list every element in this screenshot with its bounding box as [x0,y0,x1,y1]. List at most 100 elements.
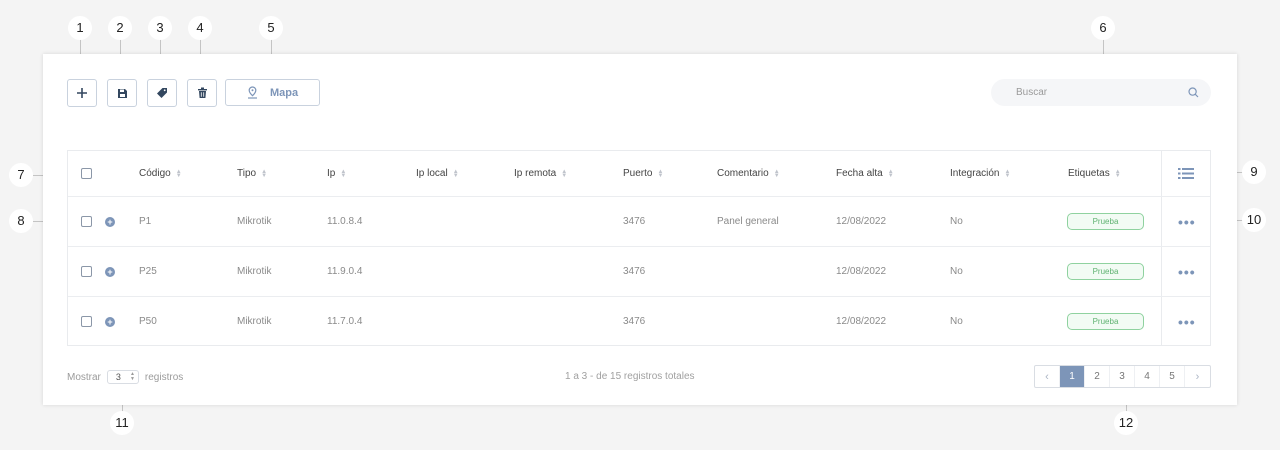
list-icon [1178,168,1194,179]
chevron-right-icon: › [1195,370,1200,383]
sort-icon: ▲ ▼ [1004,168,1011,179]
tag-button[interactable] [147,79,177,107]
cell-comentario: Panel general [717,216,779,227]
column-header-ip-remota[interactable]: Ip remota ▲ ▼ [514,151,568,196]
more-horizontal-icon[interactable]: ••• [1178,314,1196,330]
trash-icon [197,87,207,98]
cell-tipo: Mikrotik [237,266,272,277]
sort-icon: ▲ ▼ [887,168,894,179]
cell-ip: 11.0.8.4 [327,216,363,227]
cell-integracion: No [950,266,963,277]
sort-icon: ▲ ▼ [657,168,664,179]
table-row[interactable]: + P25 Mikrotik 11.9.0.4 3476 12/08/2022 … [68,247,1210,297]
search-input[interactable] [1016,87,1188,98]
map-button-label: Mapa [269,86,299,99]
show-label: Mostrar [67,371,101,383]
column-header-puerto[interactable]: Puerto ▲ ▼ [623,151,664,196]
cell-ip: 11.7.0.4 [327,316,363,327]
plus-circle-icon[interactable]: + [105,266,115,277]
tag-badge: Prueba [1067,313,1144,330]
cell-puerto: 3476 [623,216,646,227]
cell-fecha-alta: 12/08/2022 [836,216,887,227]
records-summary: 1 a 3 - de 15 registros totales [565,371,695,382]
callout-8: 8 [9,209,33,233]
cell-fecha-alta: 12/08/2022 [836,266,887,277]
chevron-left-icon: ‹ [1045,370,1049,383]
column-header-tipo[interactable]: Tipo ▲ ▼ [237,151,268,196]
page-button-4[interactable]: 4 [1135,366,1160,387]
floppy-disk-icon [117,88,127,98]
plus-circle-icon[interactable]: + [105,316,115,327]
row-checkbox[interactable] [81,266,92,277]
page-button-5[interactable]: 5 [1160,366,1185,387]
sort-icon: ▲ ▼ [340,168,347,179]
more-horizontal-icon[interactable]: ••• [1178,264,1196,280]
row-checkbox[interactable] [81,216,92,227]
sort-icon: ▲ ▼ [773,168,780,179]
page-size-stepper[interactable]: 3 ▲ ▼ [106,370,139,384]
table-row[interactable]: + P1 Mikrotik 11.0.8.4 3476 Panel genera… [68,197,1210,247]
stepper-arrows-icon[interactable]: ▲ ▼ [130,372,135,382]
column-header-etiquetas[interactable]: Etiquetas ▲ ▼ [1068,151,1122,196]
plus-icon [77,88,87,98]
devices-table: Código ▲ ▼ Tipo ▲ ▼ Ip ▲ ▼ Ip local ▲ ▼ Ip remot… [67,150,1211,346]
cell-integracion: No [950,216,963,227]
page-button-1[interactable]: 1 [1060,366,1085,387]
column-settings-button[interactable] [1178,151,1194,196]
page-button-2[interactable]: 2 [1085,366,1110,387]
plus-circle-icon[interactable]: + [105,216,115,227]
column-header-integracion[interactable]: Integración ▲ ▼ [950,151,1011,196]
callout-5: 5 [259,16,283,40]
table-row[interactable]: + P50 Mikrotik 11.7.0.4 3476 12/08/2022 … [68,297,1210,346]
sort-icon: ▲ ▼ [561,168,568,179]
sort-icon: ▲ ▼ [1114,168,1121,179]
callout-4: 4 [188,16,212,40]
column-header-ip[interactable]: Ip ▲ ▼ [327,151,347,196]
more-horizontal-icon[interactable]: ••• [1178,214,1196,230]
callout-6: 6 [1091,16,1115,40]
tag-badge: Prueba [1067,213,1144,230]
page-button-3[interactable]: 3 [1110,366,1135,387]
devices-panel: Mapa Código▲▼ Tipo▲▼ Ip▲▼ Ip local▲▼ Ip … [43,54,1237,405]
column-header-ip-local[interactable]: Ip local ▲ ▼ [416,151,460,196]
row-checkbox[interactable] [81,316,92,327]
save-button[interactable] [107,79,137,107]
cell-codigo: P1 [139,216,152,227]
callout-11: 11 [110,411,134,435]
callout-12: 12 [1114,411,1138,435]
column-header-fecha-alta[interactable]: Fecha alta ▲ ▼ [836,151,895,196]
cell-fecha-alta: 12/08/2022 [836,316,887,327]
sort-icon: ▲ ▼ [261,168,268,179]
column-header-comentario[interactable]: Comentario ▲ ▼ [717,151,781,196]
callout-2: 2 [108,16,132,40]
cell-codigo: P50 [139,316,157,327]
callout-3: 3 [148,16,172,40]
cell-tipo: Mikrotik [237,216,272,227]
records-label: registros [144,371,184,383]
add-button[interactable] [67,79,97,107]
select-all-checkbox[interactable] [81,168,92,179]
sort-icon: ▲ ▼ [175,168,182,179]
callout-1: 1 [68,16,92,40]
cell-puerto: 3476 [623,266,646,277]
page-size-control: Mostrar 3 ▲ ▼ registros [67,370,183,384]
column-header-codigo[interactable]: Código ▲ ▼ [139,151,183,196]
callout-10: 10 [1242,208,1266,232]
callout-9: 9 [1242,160,1266,184]
tag-badge: Prueba [1067,263,1144,280]
next-page-button[interactable]: › [1185,366,1210,387]
prev-page-button[interactable]: ‹ [1035,366,1060,387]
search-icon[interactable] [1188,87,1199,98]
cell-codigo: P25 [139,266,157,277]
cell-puerto: 3476 [623,316,646,327]
delete-button[interactable] [187,79,217,107]
cell-integracion: No [950,316,963,327]
cell-tipo: Mikrotik [237,316,272,327]
search-box[interactable] [991,79,1211,106]
cell-ip: 11.9.0.4 [327,266,363,277]
map-button[interactable]: Mapa [225,79,320,106]
sort-icon: ▲ ▼ [452,168,459,179]
table-header-row: Código ▲ ▼ Tipo ▲ ▼ Ip ▲ ▼ Ip local ▲ ▼ Ip remot… [68,151,1210,197]
map-pin-icon [247,86,257,99]
tag-icon [157,88,167,98]
